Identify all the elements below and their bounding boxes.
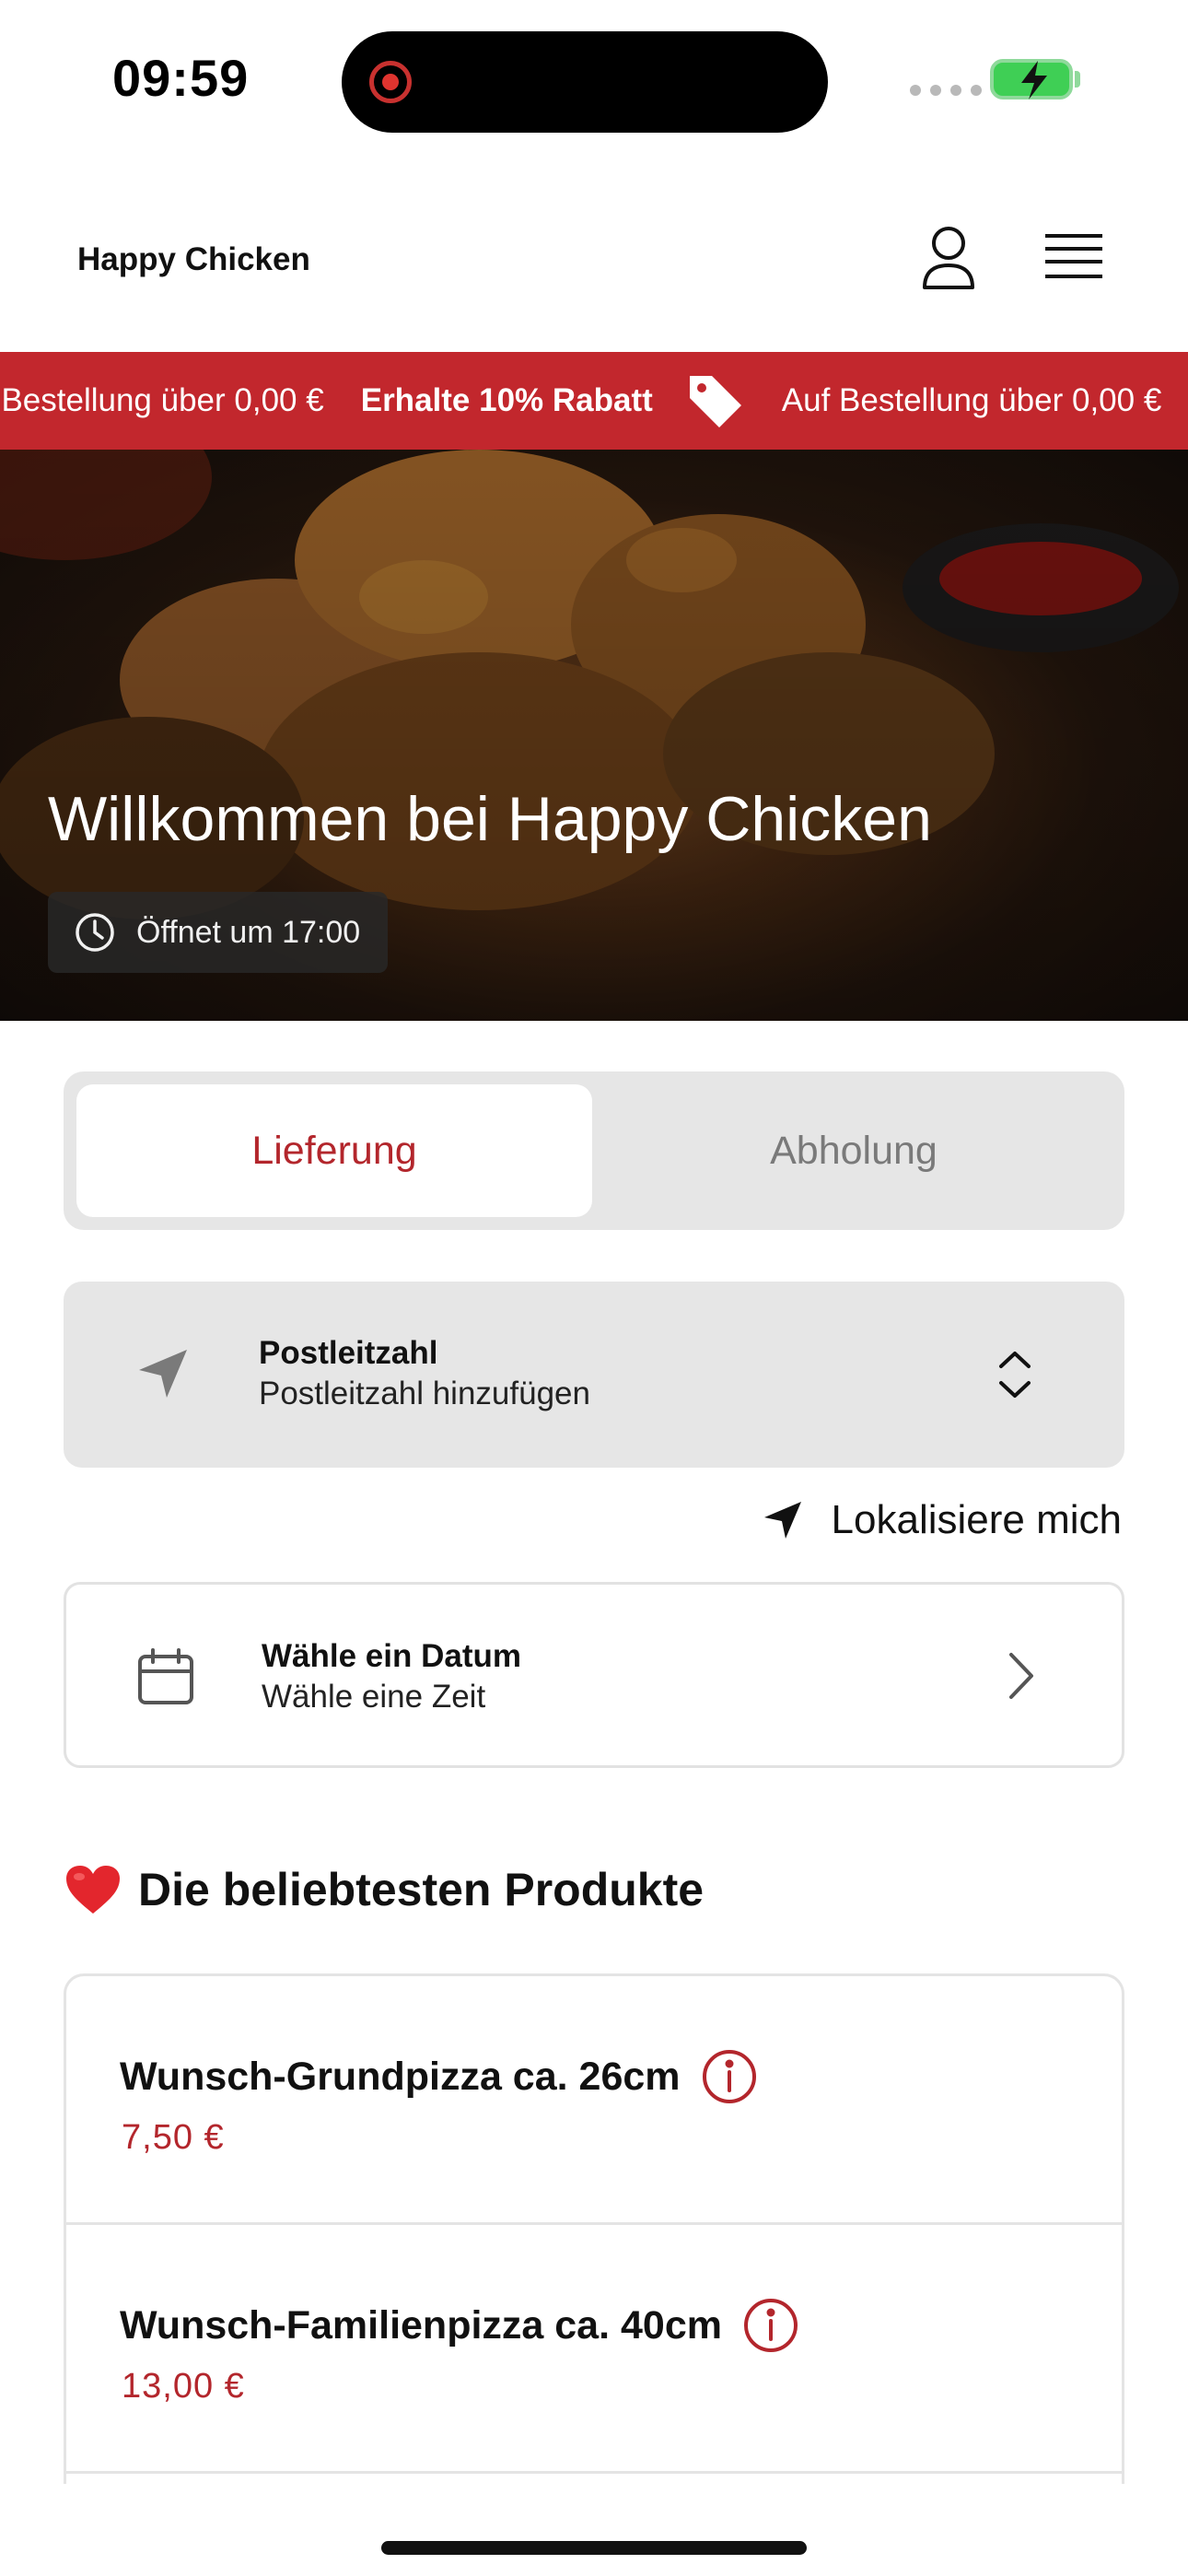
heart-icon <box>66 1866 120 1914</box>
dynamic-island <box>342 31 828 133</box>
order-type-selector: Lieferung Abholung <box>64 1071 1124 1230</box>
popular-heading-text: Die beliebtesten Produkte <box>138 1864 705 1915</box>
hamburger-menu-icon <box>1045 234 1102 278</box>
product-item[interactable]: Wunsch-Familienpizza ca. 40cm 13,00 € <box>66 2225 1122 2474</box>
home-indicator[interactable] <box>381 2541 807 2555</box>
promo-text: Auf Bestellung über 0,00 € <box>781 382 1162 418</box>
promo-discount: Erhalte 10% Rabatt <box>360 382 653 418</box>
postcode-label: Postleitzahl <box>259 1335 438 1371</box>
user-icon <box>923 227 974 289</box>
date-time-selector[interactable]: Wähle ein Datum Wähle eine Zeit <box>64 1582 1124 1768</box>
product-item[interactable]: Wunsch-Grundpizza ca. 26cm 7,50 € <box>66 1976 1122 2225</box>
price-tag-icon <box>684 370 745 431</box>
popular-product-list: Wunsch-Grundpizza ca. 26cm 7,50 € Wunsch… <box>64 1973 1124 2484</box>
postcode-selector[interactable]: Postleitzahl Postleitzahl hinzufügen <box>64 1282 1124 1468</box>
info-icon[interactable] <box>742 2297 799 2354</box>
promo-banner: f Bestellung über 0,00 € Erhalte 10% Rab… <box>0 352 1188 450</box>
hero-title: Willkommen bei Happy Chicken <box>48 784 932 854</box>
status-bar: 09:59 <box>0 0 1188 157</box>
recording-indicator-icon <box>369 61 412 103</box>
status-time: 09:59 <box>112 49 250 107</box>
info-icon[interactable] <box>701 2048 758 2105</box>
opening-hours-badge: Öffnet um 17:00 <box>48 892 389 973</box>
time-label: Wähle eine Zeit <box>262 1679 486 1715</box>
product-name: Wunsch-Grundpizza ca. 26cm <box>120 2054 681 2099</box>
battery-charging-icon <box>990 59 1073 100</box>
chevron-right-icon <box>1009 1653 1033 1699</box>
postcode-placeholder: Postleitzahl hinzufügen <box>259 1376 590 1411</box>
chevron-up-down-icon <box>999 1352 1031 1398</box>
popular-products-heading: Die beliebtesten Produkte <box>64 1863 704 1916</box>
navigation-arrow-icon <box>139 1350 187 1398</box>
product-name: Wunsch-Familienpizza ca. 40cm <box>120 2302 722 2348</box>
menu-button[interactable] <box>1037 221 1111 295</box>
tab-pickup[interactable]: Abholung <box>596 1084 1112 1217</box>
locate-me-button[interactable]: Lokalisiere mich <box>762 1497 1122 1543</box>
product-price: 13,00 € <box>122 2367 245 2406</box>
battery-tip <box>1075 71 1080 88</box>
calendar-icon <box>138 1648 193 1704</box>
hero-banner: Willkommen bei Happy Chicken Öffnet um 1… <box>0 450 1188 1021</box>
account-button[interactable] <box>912 221 985 295</box>
product-price: 7,50 € <box>122 2118 225 2157</box>
opening-hours-text: Öffnet um 17:00 <box>136 914 361 950</box>
location-arrow-icon <box>763 1502 801 1539</box>
brand-name[interactable]: Happy Chicken <box>77 241 310 278</box>
locate-me-label: Lokalisiere mich <box>831 1497 1122 1542</box>
signal-icon <box>910 85 982 96</box>
date-label: Wähle ein Datum <box>262 1638 521 1674</box>
app-header: Happy Chicken <box>0 157 1188 352</box>
tab-delivery[interactable]: Lieferung <box>76 1084 592 1217</box>
promo-text: f Bestellung über 0,00 € <box>0 382 324 418</box>
clock-icon <box>76 913 114 952</box>
